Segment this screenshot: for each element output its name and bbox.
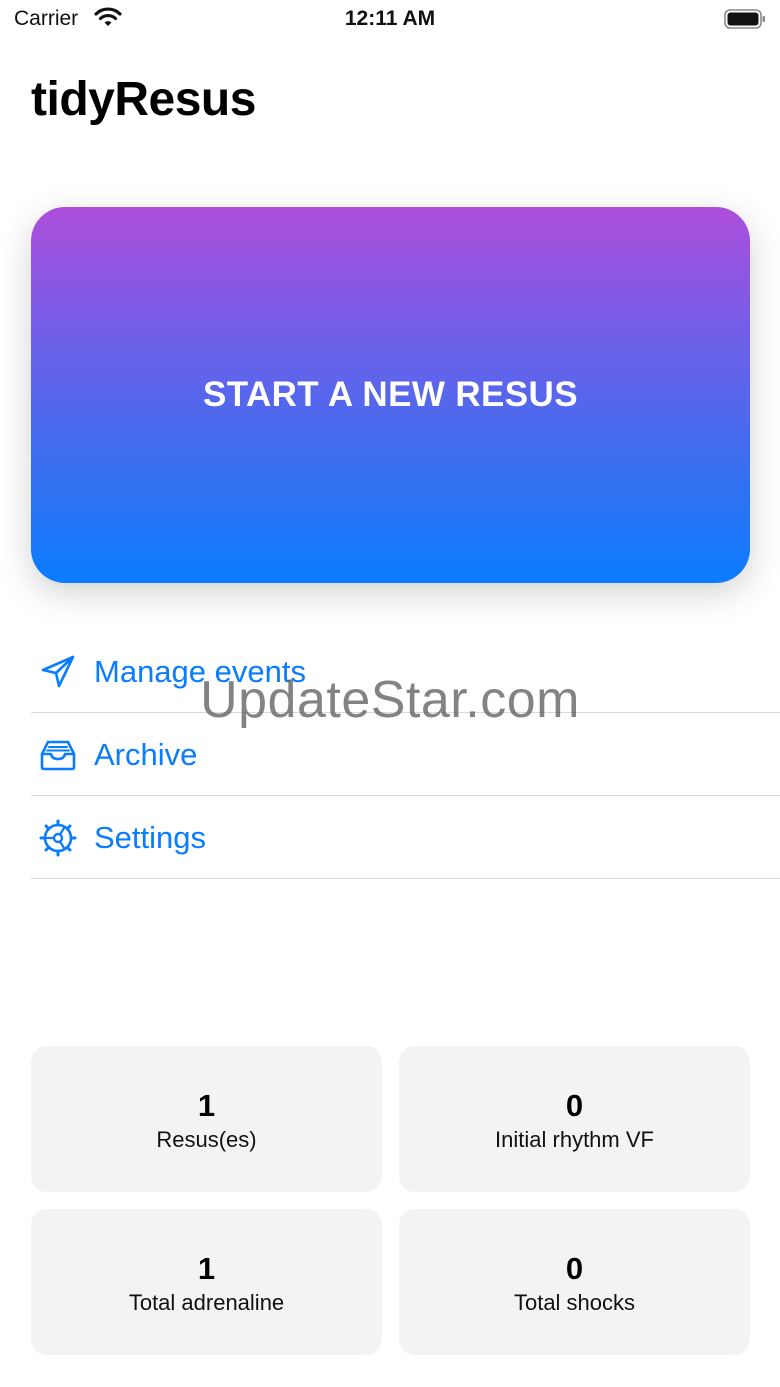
main-menu: Manage events Archive Settings <box>31 630 780 879</box>
watermark: UpdateStar.com <box>200 671 580 729</box>
battery-icon <box>724 9 765 29</box>
start-new-resus-button[interactable]: START A NEW RESUS <box>31 207 750 583</box>
stat-value: 1 <box>197 1251 216 1286</box>
stat-value: 1 <box>197 1088 216 1123</box>
stat-label: Initial rhythm VF <box>495 1127 654 1152</box>
tray-icon <box>40 740 76 771</box>
stat-label: Resus(es) <box>156 1127 257 1152</box>
stat-label: Total shocks <box>513 1290 636 1315</box>
status-bar: Carrier 12:11 AM <box>0 0 780 40</box>
stat-card-resuses: 1 Resus(es) <box>31 1046 382 1192</box>
stat-card-total-shocks: 0 Total shocks <box>399 1209 750 1355</box>
page-title: tidyResus <box>31 73 256 126</box>
stat-value: 0 <box>565 1088 584 1123</box>
menu-item-label: Settings <box>94 820 207 855</box>
stat-label: Total adrenaline <box>128 1290 285 1315</box>
gear-icon <box>39 819 77 857</box>
status-time: 12:11 AM <box>344 7 436 30</box>
stat-card-initial-rhythm-vf: 0 Initial rhythm VF <box>399 1046 750 1192</box>
menu-item-settings[interactable]: Settings <box>31 796 780 879</box>
menu-item-label: Archive <box>94 737 198 772</box>
stat-value: 0 <box>565 1251 584 1286</box>
stat-card-total-adrenaline: 1 Total adrenaline <box>31 1209 382 1355</box>
